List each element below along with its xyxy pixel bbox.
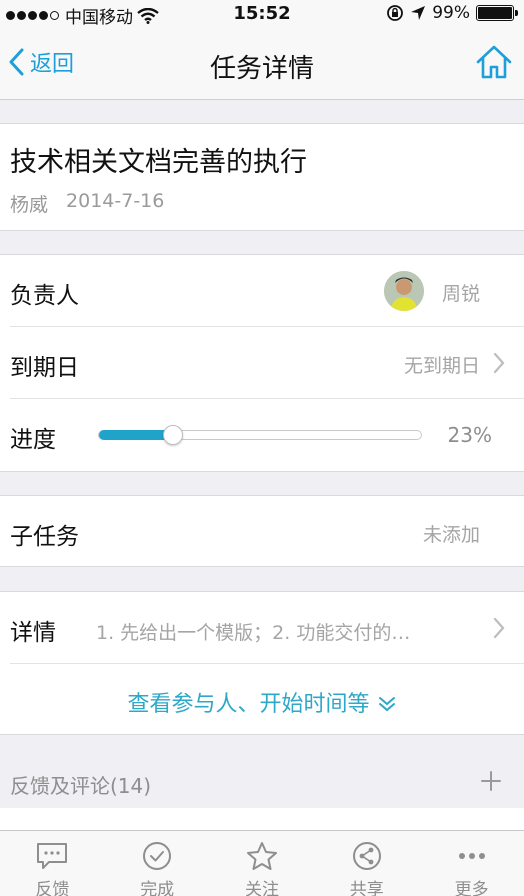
progress-value: 23% [447,423,492,447]
status-bar: 中国移动 15:52 99% [0,0,524,28]
detail-preview: 1. 先给出一个模版；2. 功能交付的… [96,622,411,644]
more-icon [458,853,485,859]
task-meta: 杨威 2014-7-16 [10,190,164,217]
back-button[interactable]: 返回 [8,46,74,78]
task-header: 技术相关文档完善的执行 杨威 2014-7-16 [0,123,524,231]
due-date-label: 到期日 [10,355,79,381]
tab-share[interactable]: 共享 [314,831,419,896]
task-properties: 负责人 周锐 到期日 无到期日 进度 23% [0,254,524,472]
tab-label: 关注 [244,880,279,896]
task-author: 杨威 [10,194,49,216]
owner-label: 负责人 [10,283,79,309]
double-chevron-down-icon [378,697,395,712]
tab-label: 共享 [349,880,384,896]
add-comment-icon[interactable] [480,770,502,792]
tab-label: 更多 [454,880,489,896]
tab-label: 完成 [140,880,175,896]
due-date-value: 无到期日 [403,355,480,377]
orientation-lock-icon [387,5,404,21]
task-title: 技术相关文档完善的执行 [10,147,307,178]
subtask-row[interactable]: 子任务 未添加 [0,496,524,568]
tab-bar: 反馈 完成 关注 共享 更多 [0,830,524,896]
subtask-value: 未添加 [422,524,480,546]
avatar [384,271,424,311]
chevron-right-icon [493,617,505,639]
detail-section: 详情 1. 先给出一个模版；2. 功能交付的… 查看参与人、开始时间等 [0,591,524,735]
home-icon[interactable] [474,42,514,82]
page-title: 任务详情 [209,54,314,84]
progress-label: 进度 [10,427,56,453]
comments-header: 反馈及评论(14) [10,774,152,798]
tab-follow[interactable]: 关注 [210,831,315,896]
progress-row: 进度 23% [0,399,524,471]
chevron-right-icon [493,352,505,374]
location-arrow-icon [411,6,426,20]
check-circle-icon [143,842,172,870]
chat-icon [37,843,68,869]
task-date: 2014-7-16 [66,190,165,212]
due-date-row[interactable]: 到期日 无到期日 [0,327,524,399]
subtask-section: 子任务 未添加 [0,495,524,567]
tab-complete[interactable]: 完成 [105,831,210,896]
tab-feedback[interactable]: 反馈 [0,831,105,896]
view-more-row[interactable]: 查看参与人、开始时间等 [0,664,524,736]
navigation-bar: 返回 任务详情 [0,28,524,100]
progress-fill [99,430,174,440]
detail-label: 详情 [10,620,56,646]
subtask-label: 子任务 [10,524,79,550]
chevron-left-icon [9,48,24,76]
progress-slider[interactable] [98,425,422,445]
owner-name: 周锐 [441,283,480,305]
progress-handle[interactable] [163,425,184,445]
battery-percent: 99% [432,3,470,23]
tab-more[interactable]: 更多 [419,831,524,896]
back-label: 返回 [30,52,75,77]
view-more-label: 查看参与人、开始时间等 [127,692,370,717]
owner-row[interactable]: 负责人 周锐 [0,255,524,327]
battery-icon [476,5,518,21]
tab-label: 反馈 [35,880,70,896]
star-icon [246,842,277,870]
view-more-link[interactable]: 查看参与人、开始时间等 [0,686,524,718]
detail-row[interactable]: 详情 1. 先给出一个模版；2. 功能交付的… [0,592,524,664]
share-icon [352,842,381,870]
